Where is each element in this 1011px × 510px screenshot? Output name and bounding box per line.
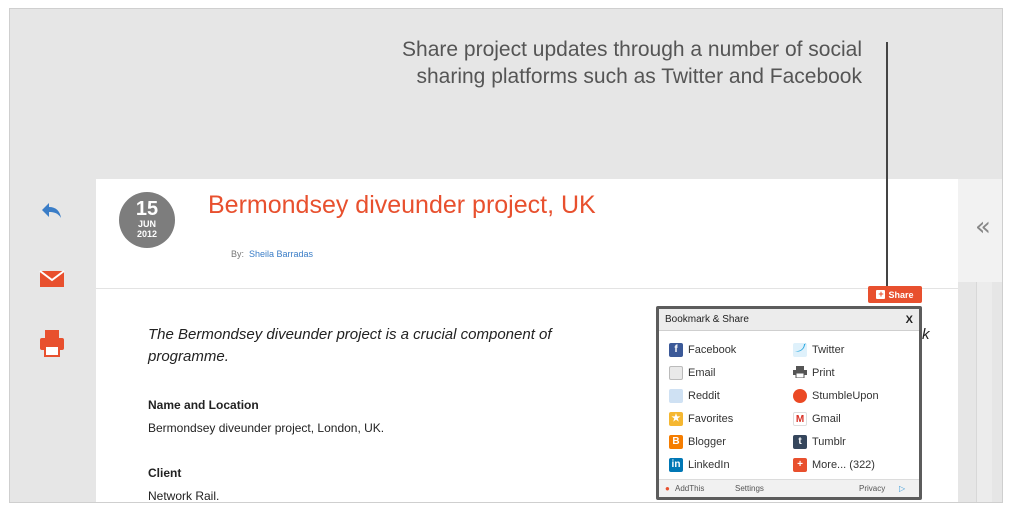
callout-line-2: sharing platforms such as Twitter and Fa… — [416, 65, 862, 88]
share-item-label: Reddit — [688, 390, 720, 402]
collapse-panel-icon[interactable]: « — [968, 212, 998, 242]
section-value-client: Network Rail. — [148, 489, 220, 503]
section-value-name-location: Bermondsey diveunder project, London, UK… — [148, 421, 385, 435]
reply-icon[interactable] — [36, 195, 68, 227]
tumblr-icon: t — [793, 435, 807, 449]
share-item-label: Blogger — [688, 436, 726, 448]
share-gmail[interactable]: M Gmail — [793, 411, 841, 427]
print-icon[interactable] — [36, 327, 68, 359]
share-item-label: Facebook — [688, 344, 737, 356]
section-label-name-location: Name and Location — [148, 398, 259, 412]
share-button[interactable]: + Share — [868, 286, 922, 303]
share-item-label: Print — [812, 367, 835, 379]
share-email[interactable]: Email — [669, 365, 716, 381]
plus-icon: + — [793, 458, 807, 472]
callout-line-1: Share project updates through a number o… — [402, 38, 862, 61]
twitter-icon — [793, 343, 807, 357]
left-rail — [10, 179, 96, 502]
bookmark-share-popup: Bookmark & Share X f Facebook Email Redd… — [656, 306, 922, 500]
linkedin-icon: in — [669, 458, 683, 472]
settings-link[interactable]: Settings — [735, 484, 764, 493]
callout-text: Share project updates through a number o… — [302, 36, 862, 90]
share-twitter[interactable]: Twitter — [793, 342, 844, 358]
close-icon[interactable]: X — [906, 309, 913, 331]
share-item-label: Favorites — [688, 413, 734, 425]
share-facebook[interactable]: f Facebook — [669, 342, 736, 358]
section-label-client: Client — [148, 466, 182, 480]
post-header: 15 JUN 2012 Bermondsey diveunder project… — [96, 179, 958, 289]
share-item-label: LinkedIn — [688, 459, 730, 471]
privacy-arrow-icon: ▷ — [899, 484, 906, 493]
printer-icon — [793, 366, 807, 380]
lead-line-1-tail: k — [922, 326, 930, 343]
share-item-label: Gmail — [812, 413, 841, 425]
callout-pointer-line — [886, 42, 888, 296]
byline: By: Sheila Barradas — [231, 249, 313, 259]
plus-icon: + — [876, 289, 886, 299]
envelope-icon — [669, 366, 683, 380]
blogger-icon: B — [669, 435, 683, 449]
reddit-icon — [669, 389, 683, 403]
popup-header: Bookmark & Share X — [659, 309, 919, 331]
addthis-logo-icon[interactable]: ● — [665, 484, 670, 493]
share-label: Share — [888, 289, 914, 300]
share-more[interactable]: + More... (322) — [793, 457, 875, 473]
popup-title: Bookmark & Share — [665, 314, 749, 325]
popup-footer: ● AddThis Settings Privacy ▷ — [659, 479, 919, 497]
addthis-link[interactable]: AddThis — [675, 484, 704, 493]
privacy-link[interactable]: Privacy — [859, 484, 885, 493]
date-day: 15 — [135, 198, 159, 220]
author-link[interactable]: Sheila Barradas — [249, 249, 313, 259]
date-badge: 15 JUN 2012 — [119, 192, 175, 248]
by-label: By: — [231, 249, 245, 259]
lead-line-2: programme. — [148, 348, 229, 365]
share-blogger[interactable]: B Blogger — [669, 434, 726, 450]
share-print[interactable]: Print — [793, 365, 835, 381]
date-month: JUN — [137, 219, 156, 229]
date-year: 2012 — [136, 229, 158, 239]
gmail-icon: M — [793, 412, 807, 426]
share-item-label: More... (322) — [812, 459, 875, 471]
share-favorites[interactable]: ★ Favorites — [669, 411, 733, 427]
share-linkedin[interactable]: in LinkedIn — [669, 457, 730, 473]
favorites-star-icon: ★ — [669, 412, 683, 426]
share-item-label: Twitter — [812, 344, 845, 356]
share-item-label: Email — [688, 367, 716, 379]
share-item-label: StumbleUpon — [812, 390, 879, 402]
share-item-label: Tumblr — [812, 436, 846, 448]
facebook-icon: f — [669, 343, 683, 357]
email-icon[interactable] — [36, 263, 68, 295]
stumbleupon-icon — [793, 389, 807, 403]
share-stumbleupon[interactable]: StumbleUpon — [793, 388, 879, 404]
scrollbar-track[interactable] — [976, 282, 992, 502]
screenshot-frame: Share project updates through a number o… — [9, 8, 1003, 503]
share-tumblr[interactable]: t Tumblr — [793, 434, 846, 450]
share-reddit[interactable]: Reddit — [669, 388, 720, 404]
post-title[interactable]: Bermondsey diveunder project, UK — [208, 191, 596, 220]
